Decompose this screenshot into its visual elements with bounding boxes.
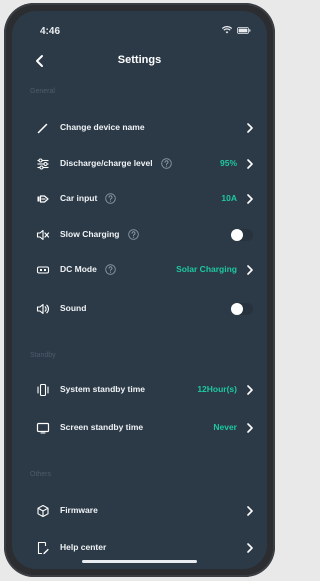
chevron-right-icon [247, 543, 253, 553]
chevron-right-icon [247, 194, 253, 204]
chevron-right-icon [247, 265, 253, 275]
chevron-right-icon [247, 123, 253, 133]
sliders-icon [37, 158, 49, 170]
toggle-knob [231, 303, 243, 315]
screen-standby-time-label: Screen standby time [60, 422, 144, 432]
slow-charging-text: Slow Charging [60, 229, 120, 239]
chevron-right-icon [247, 159, 253, 169]
car-plug-icon [37, 195, 49, 203]
dc-mode-text: DC Mode [60, 264, 97, 274]
wifi-icon [222, 26, 232, 34]
help-circle-icon[interactable] [127, 229, 139, 241]
change-device-name-label: Change device name [60, 122, 145, 132]
row-screen-standby-time[interactable]: Screen standby time Never [12, 416, 267, 440]
screen-standby-time-value: Never [213, 422, 237, 432]
phone-vibrate-icon [37, 383, 49, 397]
home-indicator[interactable] [82, 560, 197, 563]
sound-label: Sound [60, 303, 87, 313]
help-circle-icon[interactable] [160, 158, 172, 170]
dc-mode-label: DC Mode [60, 264, 116, 276]
pencil-icon [37, 123, 48, 134]
phone-frame: 4:46 Settings General Change device name… [4, 3, 275, 577]
speaker-icon [36, 303, 49, 315]
discharge-charge-level-text: Discharge/charge level [60, 158, 153, 168]
speaker-mute-icon [36, 229, 50, 241]
screen-icon [36, 422, 50, 434]
help-circle-icon[interactable] [105, 193, 117, 205]
slow-charging-label: Slow Charging [60, 229, 139, 241]
cube-icon [37, 504, 49, 518]
sound-toggle[interactable] [231, 303, 253, 315]
nav-bar: Settings [12, 47, 267, 77]
toggle-knob [231, 229, 243, 241]
firmware-label: Firmware [60, 505, 98, 515]
status-icons [222, 26, 251, 34]
row-dc-mode[interactable]: DC Mode Solar Charging [12, 258, 267, 282]
help-circle-icon[interactable] [105, 264, 116, 276]
chevron-right-icon [247, 423, 253, 433]
row-firmware[interactable]: Firmware [12, 499, 267, 523]
row-help-center[interactable]: Help center [12, 536, 267, 560]
row-sound: Sound [12, 297, 267, 321]
section-label-others: Others [30, 471, 52, 478]
row-discharge-charge-level[interactable]: Discharge/charge level 95% [12, 152, 267, 176]
slow-charging-toggle[interactable] [231, 229, 253, 241]
car-input-label: Car input [60, 193, 117, 205]
row-system-standby-time[interactable]: System standby time 12Hour(s) [12, 378, 267, 402]
status-bar: 4:46 [12, 11, 267, 41]
system-standby-time-value: 12Hour(s) [197, 384, 237, 394]
discharge-charge-level-value: 95% [219, 158, 237, 168]
car-input-text: Car input [60, 193, 98, 203]
battery-icon [237, 26, 251, 34]
row-slow-charging: Slow Charging [12, 223, 267, 247]
system-standby-time-label: System standby time [60, 384, 146, 394]
car-input-value: 10A [221, 193, 237, 203]
discharge-charge-level-label: Discharge/charge level [60, 158, 172, 170]
chevron-right-icon [247, 385, 253, 395]
section-label-general: General [30, 88, 55, 95]
dc-port-icon [36, 266, 50, 274]
row-car-input[interactable]: Car input 10A [12, 187, 267, 211]
chevron-right-icon [247, 506, 253, 516]
section-label-standby: Standby [30, 352, 56, 359]
status-time: 4:46 [40, 26, 61, 37]
row-change-device-name[interactable]: Change device name [12, 116, 267, 140]
help-center-label: Help center [60, 542, 107, 552]
page-title: Settings [117, 54, 162, 66]
help-doc-icon [37, 541, 49, 555]
dc-mode-value: Solar Charging [176, 264, 237, 274]
settings-screen: 4:46 Settings General Change device name… [12, 11, 267, 569]
